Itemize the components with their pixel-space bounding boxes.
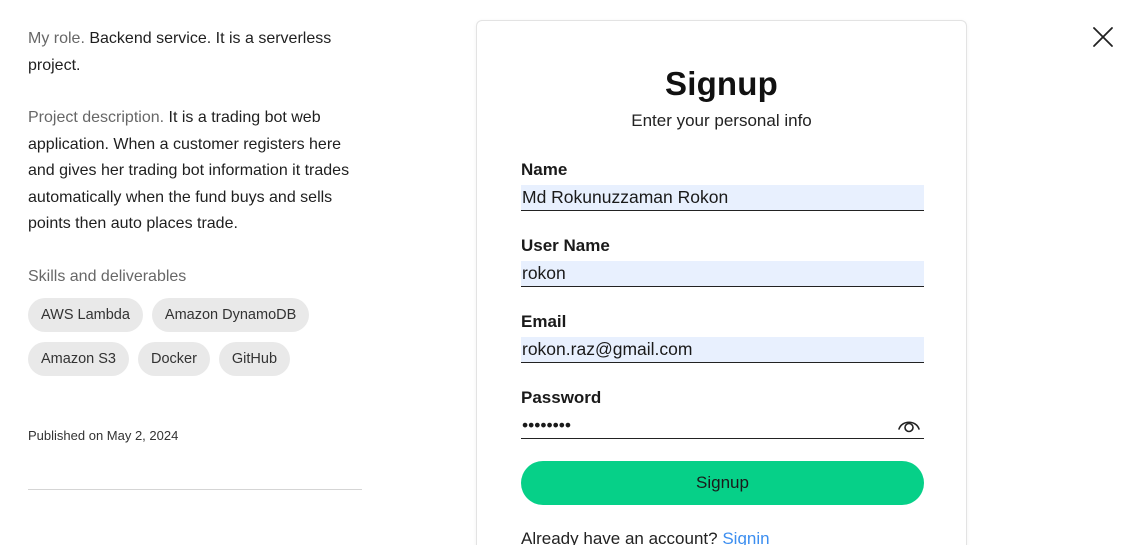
skills-list: AWS Lambda Amazon DynamoDB Amazon S3 Doc… — [28, 297, 348, 376]
description-text: It is a trading bot web application. Whe… — [28, 109, 350, 232]
description-label: Project description. — [28, 109, 165, 126]
role-label: My role. — [28, 30, 85, 47]
skill-chip[interactable]: Amazon S3 — [28, 341, 129, 376]
close-icon[interactable] — [1092, 26, 1114, 48]
divider — [28, 489, 362, 490]
name-label: Name — [521, 160, 568, 179]
skill-chip[interactable]: AWS Lambda — [28, 297, 143, 332]
password-field[interactable] — [521, 413, 924, 439]
username-label: User Name — [521, 236, 610, 255]
page: My role. Backend service. It is a server… — [0, 0, 1133, 545]
signin-link[interactable]: Signin — [722, 529, 769, 545]
close-icon-svg — [1093, 27, 1113, 47]
description-paragraph: Project description. It is a trading bot… — [28, 105, 362, 238]
skill-chip[interactable]: Amazon DynamoDB — [151, 297, 310, 332]
signup-title: Signup — [664, 65, 778, 102]
username-field[interactable] — [521, 261, 924, 287]
have-account-text: Already have an account? — [521, 529, 718, 545]
published-date: Published on May 2, 2024 — [28, 427, 179, 443]
eye-icon-svg — [898, 421, 920, 433]
name-field[interactable] — [521, 185, 924, 211]
skills-title: Skills and deliverables — [28, 267, 187, 285]
email-label: Email — [521, 312, 567, 331]
signup-subtitle: Enter your personal info — [631, 111, 812, 130]
role-paragraph: My role. Backend service. It is a server… — [28, 26, 362, 79]
signin-prompt: Already have an account? Signin — [521, 529, 770, 545]
eye-icon[interactable] — [897, 416, 921, 434]
signup-card: Signup Enter your personal info Name Use… — [476, 20, 967, 545]
email-field[interactable] — [521, 337, 924, 363]
signup-button[interactable]: Signup — [521, 461, 924, 505]
project-details: My role. Backend service. It is a server… — [28, 26, 362, 443]
skill-chip[interactable]: GitHub — [218, 341, 291, 376]
skill-chip[interactable]: Docker — [137, 341, 210, 376]
password-label: Password — [521, 388, 602, 407]
